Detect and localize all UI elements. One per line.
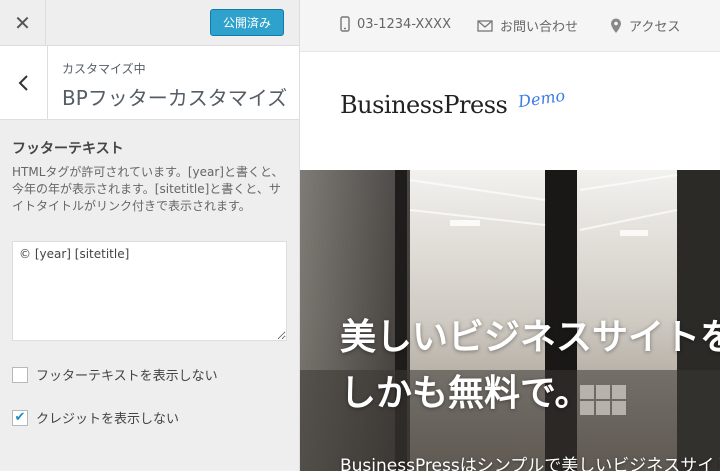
site-logo[interactable]: BusinessPress [340, 91, 508, 119]
site-preview: 03-1234-XXXX お問い合わせ アクセス BusinessPress D… [300, 0, 720, 471]
close-customizer-button[interactable]: ✕ [0, 0, 46, 45]
hide-footer-text-option[interactable]: フッターテキストを表示しない [12, 365, 218, 384]
hero-section: 美しいビジネスサイトを しかも無料で。 BusinessPressはシンプルで美… [300, 170, 720, 471]
control-description: HTMLタグが許可されています。[year]と書くと、今年の年が表示されます。[… [12, 165, 284, 213]
publish-button[interactable]: 公開済み [210, 9, 284, 36]
customizing-label: カスタマイズ中 [62, 62, 146, 76]
hero-heading: 美しいビジネスサイトを しかも無料で。 [340, 310, 720, 422]
topbar-contact-link[interactable]: お問い合わせ [477, 16, 578, 35]
customizer-header: ✕ 公開済み [0, 0, 299, 46]
phone-icon [340, 16, 350, 32]
map-pin-icon [611, 18, 621, 33]
topbar-phone[interactable]: 03-1234-XXXX [340, 16, 451, 32]
hero-heading-line-1: 美しいビジネスサイトを [340, 317, 720, 358]
access-label: アクセス [629, 20, 681, 35]
section-header: カスタマイズ中 BPフッターカスタマイズ [0, 46, 299, 120]
hero-subtext: BusinessPressはシンプルで美しいビジネスサイト [340, 456, 720, 471]
back-button[interactable] [0, 46, 48, 119]
hide-credit-checkbox[interactable]: ✔ [12, 409, 28, 426]
hide-footer-text-checkbox[interactable] [12, 366, 28, 383]
logo-demo-tag: Demo [516, 85, 567, 112]
checkbox-label: フッターテキストを表示しない [36, 369, 218, 384]
checkmark-icon: ✔ [14, 410, 26, 425]
phone-number: 03-1234-XXXX [357, 16, 451, 32]
customizer-sidebar: ✕ 公開済み カスタマイズ中 BPフッターカスタマイズ フッターテキスト HTM… [0, 0, 300, 471]
chevron-left-icon [18, 74, 28, 91]
checkbox-label: クレジットを表示しない [36, 412, 180, 427]
site-header: BusinessPress Demo [300, 53, 720, 170]
contact-label: お問い合わせ [500, 20, 579, 35]
footer-text-textarea[interactable]: © [year] [sitetitle] [12, 241, 287, 341]
section-title: BPフッターカスタマイズ [62, 86, 288, 110]
topbar-access-link[interactable]: アクセス [610, 16, 680, 35]
control-title: フッターテキスト [12, 141, 124, 157]
close-icon: ✕ [14, 10, 31, 35]
mail-icon [477, 19, 493, 32]
hide-credit-option[interactable]: ✔ クレジットを表示しない [12, 408, 179, 427]
hero-heading-line-2: しかも無料で。 [340, 373, 591, 414]
site-topbar: 03-1234-XXXX お問い合わせ アクセス [300, 0, 720, 52]
